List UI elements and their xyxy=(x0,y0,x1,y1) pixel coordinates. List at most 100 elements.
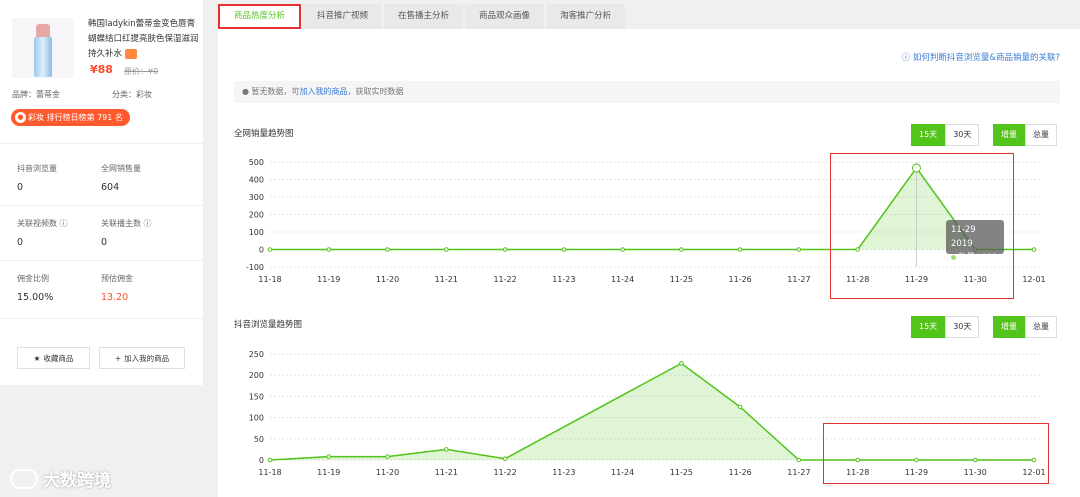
range-toggle-2: 15天 30天 xyxy=(911,316,980,338)
tab-audience-profile[interactable]: 商品观众画像 xyxy=(465,4,545,29)
collect-button[interactable]: ★ 收藏商品 xyxy=(17,347,90,369)
chart1-title: 全网销量趋势图 xyxy=(234,129,294,139)
info-icon: ● xyxy=(242,87,252,96)
product-category: 分类：彩妆 xyxy=(112,90,152,99)
product-brand: 品牌：蕾蒂金 xyxy=(12,90,60,99)
y-tick-label: 200 xyxy=(249,211,264,220)
x-tick-label: 12-01 xyxy=(1022,275,1045,284)
x-tick-label: 11-26 xyxy=(729,275,752,284)
y-tick-label: 500 xyxy=(249,158,264,167)
mode-total-button[interactable]: 总量 xyxy=(1025,124,1057,146)
question-icon: ⓘ xyxy=(901,53,913,63)
bag-icon: ● xyxy=(15,112,26,123)
x-tick-label: 11-20 xyxy=(376,468,399,475)
plus-icon: + xyxy=(114,353,122,363)
data-point xyxy=(385,454,390,459)
logo-icon xyxy=(10,468,38,489)
page: 韩国ladykin蕾蒂金变色唇膏蝴蝶结口红提亮肤色保湿滋润持久补水 ¥88 原价… xyxy=(0,0,1080,497)
x-tick-label: 11-18 xyxy=(258,275,281,284)
y-tick-label: 200 xyxy=(249,371,264,380)
sales-label: 全网销售量 xyxy=(101,164,141,173)
rank-badge[interactable]: ● 彩妆 排行榜日榜第 791 名 xyxy=(11,109,130,126)
data-point xyxy=(561,247,567,252)
notice-bar: ● 暂无数据，可加入我的商品，获取实时数据 xyxy=(234,81,1060,103)
divider xyxy=(0,205,203,206)
data-point xyxy=(796,457,802,463)
mode-toggle-1: 增量 总量 xyxy=(993,124,1057,146)
tab-bar: 商品热度分析 抖音推广视频 在售播主分析 商品观众画像 淘客推广分析 xyxy=(218,4,626,29)
data-point xyxy=(737,404,743,410)
mode-increment-button[interactable]: 增量 xyxy=(993,316,1025,338)
data-point xyxy=(796,247,802,252)
x-tick-label: 11-21 xyxy=(435,468,458,475)
x-tick-label: 11-26 xyxy=(729,468,752,475)
data-point xyxy=(737,247,743,252)
y-tick-label: 300 xyxy=(249,193,264,202)
x-tick-label: 11-19 xyxy=(317,275,340,284)
help-link[interactable]: ⓘ 如何判断抖音浏览量&商品销量的关联? xyxy=(902,51,1060,63)
tab-taoke-analysis[interactable]: 淘客推广分析 xyxy=(546,4,626,29)
tab-heat-analysis[interactable]: 商品热度分析 xyxy=(218,4,302,29)
data-point xyxy=(679,247,684,252)
range-15d-button[interactable]: 15天 xyxy=(911,124,946,146)
range-30d-button[interactable]: 30天 xyxy=(945,124,980,146)
x-tick-label: 11-24 xyxy=(611,275,634,284)
data-point xyxy=(385,247,390,252)
watermark: 大数跨境 xyxy=(10,466,111,491)
x-tick-label: 11-19 xyxy=(317,468,340,475)
y-tick-label: 0 xyxy=(259,456,264,465)
range-30d-button[interactable]: 30天 xyxy=(945,316,980,338)
data-point xyxy=(502,247,508,252)
views-value: 0 xyxy=(17,182,24,193)
tab-promo-videos[interactable]: 抖音推广视频 xyxy=(303,4,383,29)
range-toggle-1: 15天 30天 xyxy=(911,124,980,146)
x-tick-label: 11-25 xyxy=(670,275,693,284)
y-tick-label: 100 xyxy=(249,228,264,237)
x-tick-label: 11-25 xyxy=(670,468,693,475)
product-title[interactable]: 韩国ladykin蕾蒂金变色唇膏蝴蝶结口红提亮肤色保湿滋润持久补水 xyxy=(88,17,200,62)
range-15d-button[interactable]: 15天 xyxy=(911,316,946,338)
y-tick-label: 100 xyxy=(249,414,264,423)
commission-value: 15.00% xyxy=(17,292,54,303)
commission-label: 佣金比例 xyxy=(17,274,49,283)
x-tick-label: 11-18 xyxy=(258,468,281,475)
data-point xyxy=(444,247,449,252)
original-price: 原价：¥0 xyxy=(124,67,159,76)
est-commission-label: 预估佣金 xyxy=(101,274,133,283)
product-image[interactable] xyxy=(12,18,74,78)
est-commission-value: 13.20 xyxy=(101,292,129,303)
data-point xyxy=(620,247,625,252)
data-point xyxy=(502,456,508,462)
y-tick-label: 250 xyxy=(249,350,264,359)
hot-icon xyxy=(125,48,138,59)
mode-toggle-2: 增量 总量 xyxy=(993,316,1057,338)
views-label: 抖音浏览量 xyxy=(17,164,57,173)
add-product-link[interactable]: 加入我的商品 xyxy=(300,87,348,96)
y-tick-label: 50 xyxy=(254,435,264,444)
product-card: 韩国ladykin蕾蒂金变色唇膏蝴蝶结口红提亮肤色保湿滋润持久补水 ¥88 原价… xyxy=(0,0,203,385)
chart2-title: 抖音浏览量趋势图 xyxy=(234,320,303,330)
x-tick-label: 11-27 xyxy=(787,275,810,284)
mode-total-button[interactable]: 总量 xyxy=(1025,316,1057,338)
add-product-button[interactable]: + 加入我的商品 xyxy=(99,347,185,369)
y-tick-label: -100 xyxy=(246,263,264,272)
x-tick-label: 11-22 xyxy=(493,468,516,475)
x-tick-label: 11-23 xyxy=(552,468,575,475)
data-point xyxy=(326,454,332,459)
tab-anchor-analysis[interactable]: 在售播主分析 xyxy=(384,4,464,29)
data-point xyxy=(267,457,273,463)
divider xyxy=(0,143,203,144)
highlight-box-sales xyxy=(830,153,1014,299)
data-point xyxy=(1031,247,1037,252)
star-icon: ★ xyxy=(33,353,41,363)
mode-increment-button[interactable]: 增量 xyxy=(993,124,1025,146)
data-point xyxy=(444,447,449,452)
data-point xyxy=(326,247,332,252)
y-tick-label: 150 xyxy=(249,392,264,401)
sales-value: 604 xyxy=(101,182,120,193)
x-tick-label: 11-21 xyxy=(435,275,458,284)
divider xyxy=(0,260,203,261)
data-point xyxy=(267,247,273,252)
videos-label: 关联视频数 ⓘ xyxy=(17,219,68,228)
y-tick-label: 0 xyxy=(259,246,264,255)
